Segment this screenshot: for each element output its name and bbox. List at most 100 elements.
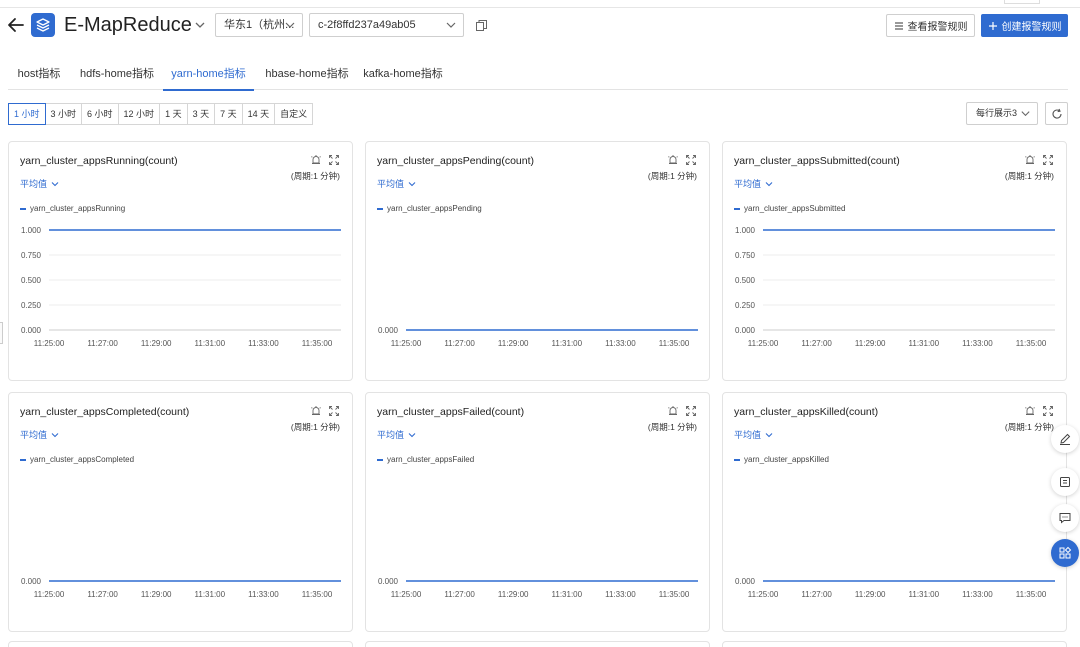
legend-swatch: [20, 207, 26, 210]
top-divider: [0, 0, 1080, 8]
y-tick-label: 0.750: [735, 251, 756, 260]
per-row-select[interactable]: 每行展示3: [966, 102, 1038, 125]
chart-legend-item[interactable]: yarn_cluster_appsCompleted: [20, 455, 134, 464]
x-tick-label: 11:27:00: [444, 590, 475, 599]
chart-card: yarn_cluster_appsCompleted(count) 平均值 (周期:…: [8, 392, 353, 632]
chat-icon: [1059, 513, 1071, 524]
chart-legend-item[interactable]: yarn_cluster_appsRunning: [20, 204, 125, 213]
legend-swatch: [20, 458, 26, 461]
plus-icon: [988, 21, 997, 30]
book-icon: [1060, 477, 1070, 487]
back-button[interactable]: [6, 14, 26, 36]
alarm-bell-icon[interactable]: [310, 405, 322, 417]
x-tick-label: 11:35:00: [302, 590, 333, 599]
tab-yarn-home[interactable]: yarn-home指标: [163, 58, 254, 91]
tab-hdfs-home[interactable]: hdfs-home指标: [74, 58, 160, 90]
x-tick-label: 11:35:00: [659, 339, 690, 348]
edit-float-button[interactable]: [1051, 425, 1079, 453]
chart-card: yarn_cluster_appsRunning(count) 平均值 (周期:1 …: [8, 141, 353, 381]
feedback-float-button[interactable]: [1051, 504, 1079, 532]
chart-title: yarn_cluster_appsFailed(count): [377, 406, 525, 418]
time-range-1d[interactable]: 1 天: [159, 103, 188, 125]
line-chart: 0.000 11:25:00 11:27:00 11:29:00 11:31:00 11:…: [378, 326, 698, 348]
y-tick-label: 0.000: [21, 577, 42, 586]
refresh-button[interactable]: [1045, 102, 1068, 125]
fullscreen-icon[interactable]: [1042, 154, 1054, 166]
chart-period: (周期:1 分钟): [647, 422, 697, 432]
view-alarm-rules-button[interactable]: 查看报警规则: [886, 14, 975, 37]
legend-label: yarn_cluster_appsRunning: [30, 204, 126, 213]
aggregation-dropdown[interactable]: 平均值: [20, 428, 60, 441]
time-range-7d[interactable]: 7 天: [214, 103, 243, 125]
time-range-custom[interactable]: 自定义: [274, 103, 314, 125]
back-arrow-icon: [8, 18, 24, 32]
time-range-1h[interactable]: 1 小时: [8, 103, 46, 125]
aggregation-dropdown[interactable]: 平均值: [734, 177, 774, 190]
x-tick-label: 11:27:00: [801, 590, 832, 599]
fullscreen-icon[interactable]: [328, 405, 340, 417]
chart-title: yarn_cluster_appsSubmitted(count): [734, 155, 900, 167]
y-tick-label: 0.250: [21, 301, 42, 310]
cluster-select[interactable]: c-2f8ffd237a49ab05: [309, 13, 464, 37]
fullscreen-icon[interactable]: [685, 405, 697, 417]
y-tick-label: 0.500: [735, 276, 756, 285]
fullscreen-icon[interactable]: [1042, 405, 1054, 417]
chevron-down-icon: [51, 181, 59, 186]
tab-kafka-home[interactable]: kafka-home指标: [361, 58, 445, 90]
alarm-bell-icon[interactable]: [667, 154, 679, 166]
chart-period: (周期:1 分钟): [1004, 422, 1054, 432]
emr-logo-icon: [31, 13, 55, 37]
copy-icon[interactable]: [475, 19, 488, 32]
aggregation-dropdown[interactable]: 平均值: [377, 428, 417, 441]
alarm-bell-icon[interactable]: [310, 154, 322, 166]
aggregation-dropdown[interactable]: 平均值: [734, 428, 774, 441]
time-range-12h[interactable]: 12 小时: [117, 103, 161, 125]
chart-legend-item[interactable]: yarn_cluster_appsSubmitted: [734, 204, 845, 213]
chart-legend-item[interactable]: yarn_cluster_appsKilled: [734, 455, 829, 464]
sidebar-collapse-handle[interactable]: [0, 322, 3, 344]
chart-legend-item[interactable]: yarn_cluster_appsFailed: [377, 455, 474, 464]
time-range-3h[interactable]: 3 小时: [44, 103, 83, 125]
chart-legend-item[interactable]: yarn_cluster_appsPending: [377, 204, 482, 213]
time-range-3d[interactable]: 3 天: [186, 103, 216, 125]
y-tick-label: 0.750: [21, 251, 42, 260]
legend-swatch: [377, 207, 383, 210]
chart-card-partial: [365, 641, 710, 647]
app-title: E-MapReduce: [64, 14, 192, 36]
time-range-14d[interactable]: 14 天: [241, 103, 276, 125]
x-tick-label: 11:35:00: [659, 590, 690, 599]
cluster-select-value: c-2f8ffd237a49ab05: [318, 19, 416, 31]
x-tick-label: 11:31:00: [195, 339, 226, 348]
legend-swatch: [734, 207, 740, 210]
aggregation-label: 平均值: [377, 179, 405, 189]
list-icon: [894, 22, 903, 29]
aggregation-dropdown[interactable]: 平均值: [377, 177, 417, 190]
create-alarm-rule-button[interactable]: 创建报警规则: [981, 14, 1068, 37]
x-tick-label: 11:25:00: [34, 339, 65, 348]
apps-float-button[interactable]: [1051, 539, 1079, 567]
docs-float-button[interactable]: [1051, 468, 1079, 496]
chart-actions: [310, 405, 340, 417]
aggregation-dropdown[interactable]: 平均值: [20, 177, 60, 190]
time-range-6h[interactable]: 6 小时: [81, 103, 119, 125]
alarm-bell-icon[interactable]: [667, 405, 679, 417]
tab-host[interactable]: host指标: [8, 58, 70, 90]
fullscreen-icon[interactable]: [685, 154, 697, 166]
line-chart: 0.000 11:25:00 11:27:00 11:29:00 11:31:00 11:…: [735, 577, 1055, 599]
x-tick-label: 11:31:00: [195, 590, 226, 599]
fullscreen-icon[interactable]: [328, 154, 340, 166]
tab-hbase-home[interactable]: hbase-home指标: [262, 58, 352, 90]
region-select[interactable]: 华东1（杭州...: [215, 13, 303, 37]
legend-label: yarn_cluster_appsKilled: [744, 455, 829, 464]
chevron-down-icon[interactable]: [193, 18, 207, 32]
page-header: E-MapReduce 华东1（杭州... c-2f8ffd237a49ab05…: [0, 10, 1080, 44]
x-tick-label: 11:35:00: [1016, 339, 1047, 348]
chart-period: (周期:1 分钟): [290, 422, 340, 432]
y-tick-label: 0.000: [378, 326, 399, 335]
x-tick-label: 11:29:00: [498, 590, 529, 599]
alarm-bell-icon[interactable]: [1024, 405, 1036, 417]
x-tick-label: 11:33:00: [248, 590, 279, 599]
chevron-down-icon: [51, 432, 59, 437]
x-tick-label: 11:29:00: [855, 590, 886, 599]
alarm-bell-icon[interactable]: [1024, 154, 1036, 166]
